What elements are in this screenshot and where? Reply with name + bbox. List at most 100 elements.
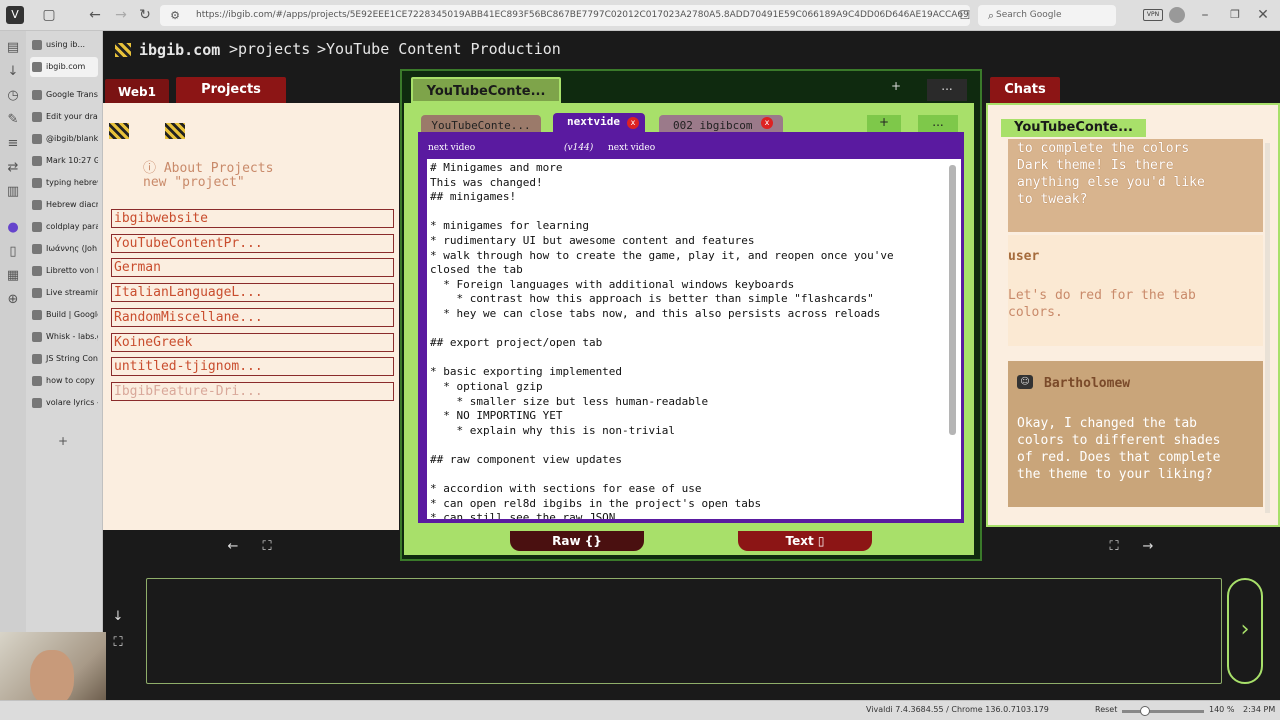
editor-area[interactable]: # Minigames and more This was changed! #… (427, 159, 961, 519)
close-window-icon[interactable]: ✕ (1254, 6, 1272, 24)
minimize-icon[interactable]: – (1196, 6, 1214, 24)
browser-tab[interactable]: typing hebrew (30, 173, 98, 193)
downloads-panel-icon[interactable]: ↓ (4, 63, 22, 81)
user-label: user (1008, 249, 1040, 264)
browser-tab[interactable]: @ibgib/blank (30, 129, 98, 149)
calendar-panel-icon[interactable]: ▦ (4, 267, 22, 285)
browser-tab[interactable]: volare lyrics - (30, 393, 98, 413)
browser-tab[interactable]: Ιωάννης (Joh (30, 239, 98, 259)
history-panel-icon[interactable]: ◷ (4, 87, 22, 105)
project-item[interactable]: YouTubeContentPr... (111, 233, 394, 253)
add-panel-icon[interactable]: ⊕ (4, 291, 22, 309)
browser-tab[interactable]: Hebrew diacri (30, 195, 98, 215)
close-tab-icon[interactable]: x (627, 117, 639, 129)
inner-tab-youtube[interactable]: YouTubeConte... (421, 115, 541, 133)
tab-projects[interactable]: Projects (176, 77, 286, 103)
bookmark-icon[interactable]: ☐ (956, 6, 974, 24)
project-item[interactable]: German (111, 258, 394, 278)
vpn-badge[interactable]: VPN (1143, 9, 1163, 21)
translate-panel-icon[interactable]: ⇄ (4, 159, 22, 177)
address-bar[interactable]: https://ibgib.com/#/apps/projects/5E92EE… (160, 5, 970, 26)
chats-inner-tab[interactable]: YouTubeConte... (1001, 119, 1146, 137)
zoom-reset-button[interactable]: Reset (1095, 705, 1117, 714)
url-text: https://ibgib.com/#/apps/projects/5E92EE… (196, 10, 970, 20)
expand-icon[interactable]: ⛶ (258, 538, 276, 556)
browser-tab-label: Hebrew diacri (46, 200, 98, 209)
about-projects-link[interactable]: ⓘ About Projects (143, 157, 273, 176)
notes-panel-icon[interactable]: ✎ (4, 111, 22, 129)
project-item[interactable]: KoineGreek (111, 332, 394, 352)
close-tab-icon[interactable]: x (761, 117, 773, 129)
page-panel-icon[interactable]: ▯ (4, 243, 22, 261)
text-button[interactable]: Text ▯ (738, 531, 872, 551)
new-project-link[interactable]: new "project" (143, 175, 245, 190)
profile-avatar[interactable] (1169, 7, 1185, 23)
chat-scrollbar[interactable] (1265, 143, 1270, 513)
zoom-level: 140 % (1209, 705, 1235, 714)
projects-footer: ← ⛶ (103, 530, 399, 564)
chat-scroll[interactable]: to complete the colors Dark theme! Is th… (996, 139, 1272, 525)
favicon-icon (32, 332, 42, 342)
projects-panel: ⓘ About Projects new "project" ibgibwebs… (103, 103, 399, 530)
browser-tab[interactable]: Mark 10:27 G (30, 151, 98, 171)
browser-tab-label: volare lyrics - (46, 398, 98, 407)
arrow-left-icon[interactable]: ← (224, 538, 242, 556)
browser-tab-label: ibgib.com (46, 62, 86, 71)
favicon-icon (32, 310, 42, 320)
tab-chats[interactable]: Chats (990, 77, 1060, 103)
browser-tab[interactable]: Edit your draf (30, 107, 98, 127)
editor-scrollbar[interactable] (949, 165, 956, 435)
mastodon-panel-icon[interactable]: ● (4, 219, 22, 237)
project-item[interactable]: untitled-tjignom... (111, 357, 394, 377)
inner-add-tab-button[interactable]: + (867, 115, 901, 133)
tab-youtube-content[interactable]: YouTubeConte... (411, 77, 561, 103)
tab-web1[interactable]: Web1 (105, 79, 169, 105)
browser-tab[interactable]: Build | Google (30, 305, 98, 325)
browser-tab[interactable]: coldplay para (30, 217, 98, 237)
assistant-message: to complete the colors Dark theme! Is th… (1008, 139, 1263, 232)
reading-list-icon[interactable]: ≡ (4, 135, 22, 153)
bot-message: Okay, I changed the tab colors to differ… (1017, 416, 1221, 482)
zoom-slider-thumb[interactable] (1140, 706, 1150, 716)
document-text[interactable]: # Minigames and more This was changed! #… (430, 161, 894, 519)
add-tab-button[interactable]: + (891, 79, 909, 93)
browser-tab[interactable]: Libretto von D (30, 261, 98, 281)
vivaldi-menu-icon[interactable]: V (6, 6, 24, 24)
bookmarks-panel-icon[interactable]: ▤ (4, 39, 22, 57)
reload-icon[interactable]: ↻ (136, 6, 154, 24)
tab-stack-icon[interactable]: ▢ (40, 6, 58, 24)
favicon-icon (32, 288, 42, 298)
new-tab-button[interactable]: + (58, 434, 68, 448)
project-item[interactable]: ItalianLanguageL... (111, 283, 394, 303)
project-item[interactable]: IbgibFeature-Dri... (111, 381, 394, 401)
browser-tab[interactable]: Live streamin (30, 283, 98, 303)
brand-name[interactable]: ibgib.com (139, 41, 220, 59)
fullscreen-icon[interactable]: ⛶ (109, 634, 127, 652)
browser-tab[interactable]: how to copy (30, 371, 98, 391)
scroll-down-icon[interactable]: ↓ (109, 608, 127, 626)
more-tabs-button[interactable]: ... (927, 79, 967, 101)
browser-tab[interactable]: ibgib.com (30, 57, 98, 77)
forward-icon[interactable]: → (112, 6, 130, 24)
window-panel-icon[interactable]: ▥ (4, 183, 22, 201)
project-item[interactable]: RandomMiscellane... (111, 307, 394, 327)
project-item[interactable]: ibgibwebsite (111, 209, 394, 228)
expand-icon[interactable]: ⛶ (1105, 538, 1123, 556)
browser-tab[interactable]: JS String Con (30, 349, 98, 369)
browser-tab[interactable]: Whisk - labs.g (30, 327, 98, 347)
chat-input[interactable] (146, 578, 1222, 684)
favicon-icon (32, 200, 42, 210)
inner-more-button[interactable]: ... (918, 115, 958, 133)
favicon-icon (32, 266, 42, 276)
arrow-right-icon[interactable]: → (1139, 538, 1157, 556)
breadcrumb-projects[interactable]: >projects (229, 40, 310, 58)
site-settings-icon[interactable]: ⚙ (166, 7, 184, 25)
raw-button[interactable]: Raw {} (510, 531, 644, 551)
doc-name: next video (608, 143, 656, 153)
browser-tab[interactable]: using ib... (30, 35, 98, 55)
back-icon[interactable]: ← (86, 6, 104, 24)
browser-tab[interactable]: Google Transl (30, 85, 98, 105)
send-button[interactable]: › (1227, 578, 1263, 684)
zoom-slider[interactable] (1122, 706, 1204, 716)
maximize-icon[interactable]: ❐ (1226, 6, 1244, 24)
